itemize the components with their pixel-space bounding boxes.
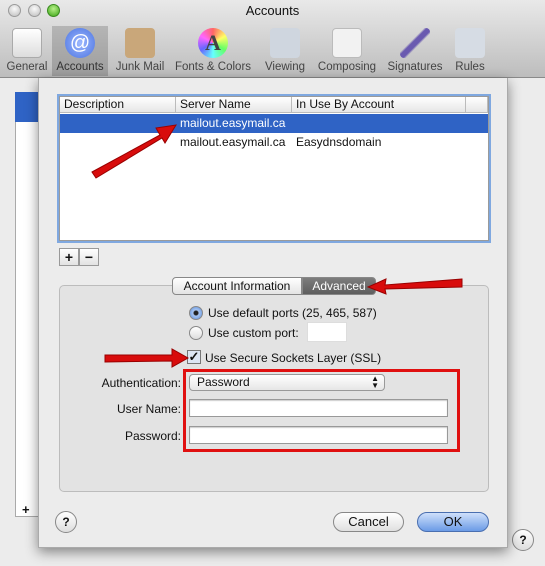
arrow-to-advanced-icon (366, 278, 463, 295)
arrow-to-ssl-icon (104, 348, 190, 368)
annotation-arrows (91, 124, 463, 368)
arrow-to-server-icon (91, 124, 177, 179)
